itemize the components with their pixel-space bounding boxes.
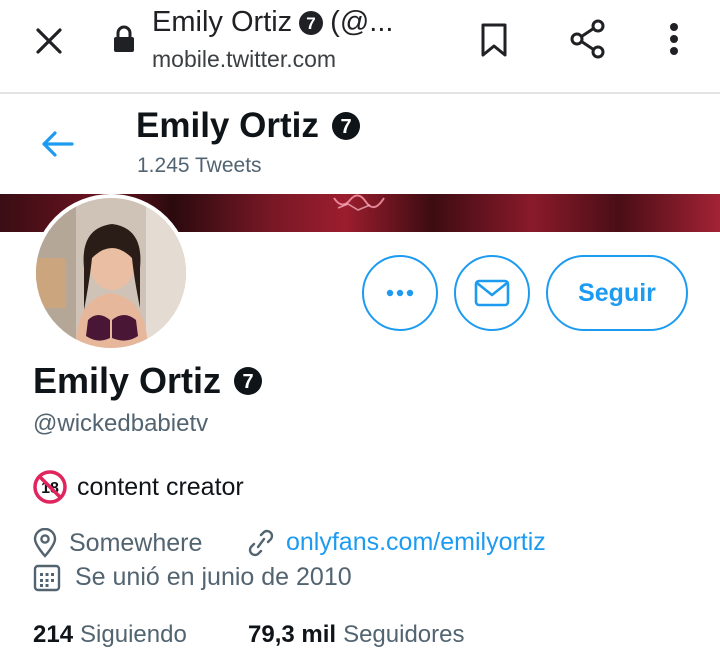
back-button[interactable] xyxy=(34,124,82,164)
display-name: Emily Ortiz 7 xyxy=(33,360,263,402)
page-url[interactable]: mobile.twitter.com xyxy=(152,46,336,73)
share-icon xyxy=(570,19,605,59)
tweet-count: 1.245 Tweets xyxy=(137,154,262,177)
following-count: 214 xyxy=(33,621,74,648)
verified-badge-glyph: 7 xyxy=(306,14,315,33)
message-button[interactable] xyxy=(454,255,530,331)
location-text: Somewhere xyxy=(69,528,203,557)
website-link[interactable]: onlyfans.com/emilyortiz xyxy=(244,528,546,557)
avatar[interactable] xyxy=(32,194,190,352)
following-link[interactable]: 214 Siguiendo xyxy=(33,621,187,649)
link-icon xyxy=(248,529,274,556)
page-title-suffix: (@... xyxy=(330,6,394,38)
joined-text: Se unió en junio de 2010 xyxy=(75,563,352,591)
page-title-text: Emily Ortiz xyxy=(152,6,293,38)
banner-neon-sign-icon xyxy=(333,194,385,211)
share-button[interactable] xyxy=(566,16,610,62)
bio-text: content creator xyxy=(77,472,244,501)
verified-badge-icon: 7 xyxy=(331,112,360,140)
verified-badge-icon: 7 xyxy=(234,367,263,395)
followers-count: 79,3 mil xyxy=(248,621,337,648)
following-label: Siguiendo xyxy=(80,621,187,648)
calendar-icon xyxy=(33,564,61,591)
display-name-text: Emily Ortiz xyxy=(33,360,222,401)
lock-icon xyxy=(114,25,134,52)
followers-label: Seguidores xyxy=(343,621,465,648)
page-title: Emily Ortiz 7 (@... xyxy=(152,6,393,39)
back-arrow-icon xyxy=(42,131,74,157)
bio: 18 content creator xyxy=(33,470,244,504)
bookmark-icon xyxy=(481,23,507,57)
avatar-photo xyxy=(36,198,186,348)
verified-badge-glyph: 7 xyxy=(243,371,254,393)
follow-button[interactable]: Seguir xyxy=(546,255,688,331)
header-name: Emily Ortiz 7 xyxy=(136,106,361,146)
header-name-text: Emily Ortiz xyxy=(136,106,319,145)
location-pin-icon xyxy=(33,528,57,558)
bookmark-button[interactable] xyxy=(474,18,514,62)
verified-badge-glyph: 7 xyxy=(340,116,351,138)
close-tab-button[interactable] xyxy=(28,20,70,62)
joined-date: Se unió en junio de 2010 xyxy=(33,563,352,592)
browser-bar: Emily Ortiz 7 (@... mobile.twitter.com xyxy=(0,0,720,94)
user-handle: @wickedbabietv xyxy=(33,410,209,437)
profile-header: Emily Ortiz 7 1.245 Tweets xyxy=(0,96,720,194)
more-options-button[interactable] xyxy=(362,255,438,331)
browser-menu-button[interactable] xyxy=(658,16,690,62)
website-text[interactable]: onlyfans.com/emilyortiz xyxy=(286,528,546,557)
no-under-18-icon: 18 xyxy=(33,470,67,504)
location: Somewhere xyxy=(33,528,202,558)
more-vertical-icon xyxy=(670,23,678,55)
close-icon xyxy=(36,28,62,54)
more-horizontal-icon xyxy=(386,289,414,297)
followers-link[interactable]: 79,3 mil Seguidores xyxy=(248,621,464,649)
verified-badge-icon: 7 xyxy=(299,10,324,35)
envelope-icon xyxy=(474,279,510,307)
